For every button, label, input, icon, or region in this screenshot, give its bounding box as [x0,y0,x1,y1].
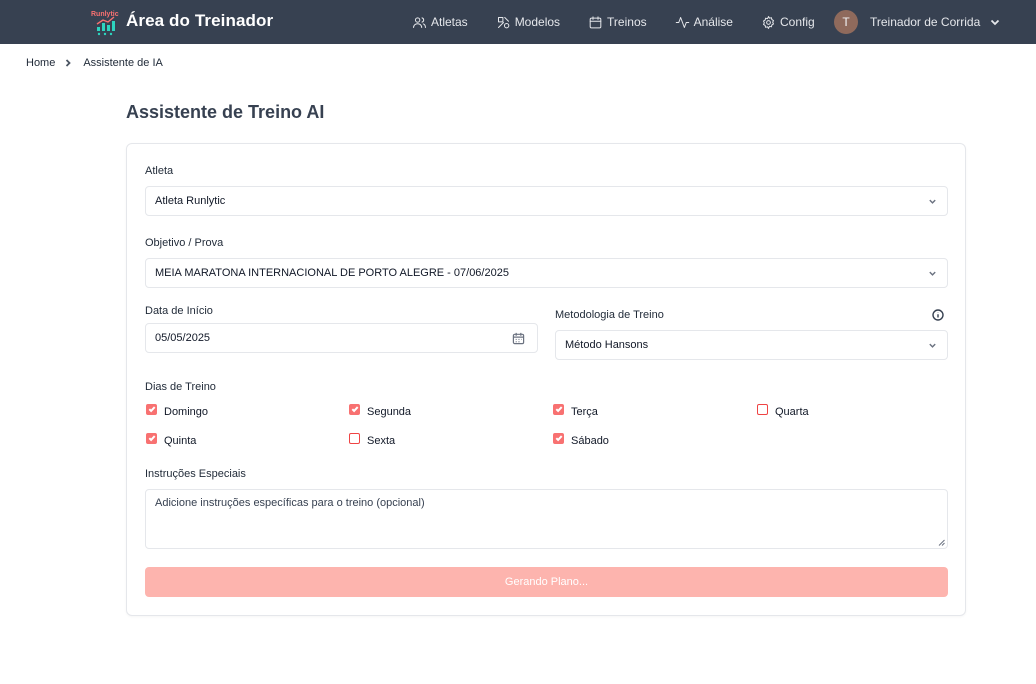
info-icon[interactable] [932,309,944,321]
app-title: Área do Treinador [126,11,274,30]
checkbox-unchecked[interactable] [349,432,360,444]
day-checkbox-quarta[interactable]: Quarta [757,403,809,418]
day-label: Sábado [571,435,609,447]
day-checkbox-terca[interactable]: Terça [553,403,598,418]
instructions-label: Instruções Especiais [145,468,246,480]
day-label: Terça [571,406,598,418]
nav-item-label: Config [779,15,815,29]
chevron-down-icon [991,19,1000,26]
methodology-select-value: Método Hansons [565,339,649,351]
day-label: Quinta [164,435,197,447]
checkbox-checked[interactable] [146,432,157,444]
start-date-input[interactable]: 05/05/2025 [145,323,538,353]
check-icon [555,435,562,442]
avatar: T [834,10,858,34]
training-days-label: Dias de Treino [145,381,216,393]
svg-text:Runlytic: Runlytic [91,11,119,18]
users-icon [413,16,426,28]
check-icon [351,406,358,413]
athlete-label: Atleta [145,165,174,177]
start-date-value: 05/05/2025 [155,332,211,344]
instructions-textarea[interactable]: Adicione instruções específicas para o t… [145,489,948,549]
checkbox-checked[interactable] [349,403,360,415]
methodology-label: Metodologia de Treino [555,309,664,321]
nav-item-label: Atletas [431,15,468,29]
runlytic-logo[interactable]: Runlytic [91,9,119,37]
resize-handle-icon[interactable] [938,539,945,546]
goal-select[interactable]: MEIA MARATONA INTERNACIONAL DE PORTO ALE… [145,258,948,288]
nav-item-analise[interactable]: Análise [675,15,733,30]
nav-item-modelos[interactable]: Modelos [496,15,560,30]
training-form-card: Atleta Atleta Runlytic Objetivo / Prova … [126,143,966,616]
main-nav: Atletas Modelos Treinos Análise Config [412,0,815,44]
breadcrumb-home[interactable]: Home [26,57,55,69]
check-icon [555,406,562,413]
day-checkbox-quinta[interactable]: Quinta [146,432,197,447]
checkbox-checked[interactable] [553,403,564,415]
checkbox-checked[interactable] [553,432,564,444]
nav-item-treinos[interactable]: Treinos [588,15,647,30]
nav-item-label: Treinos [607,15,647,29]
chevron-down-icon [929,199,936,204]
athlete-select[interactable]: Atleta Runlytic [145,186,948,216]
check-icon [148,406,155,413]
start-date-label: Data de Início [145,305,213,317]
chevron-down-icon [929,271,936,276]
nav-item-atletas[interactable]: Atletas [412,15,468,30]
athlete-select-value: Atleta Runlytic [155,195,226,207]
day-label: Sexta [367,435,396,447]
day-checkbox-sabado[interactable]: Sábado [553,432,609,447]
goal-label: Objetivo / Prova [145,237,224,249]
checkbox-unchecked[interactable] [757,403,768,415]
calendar-icon [589,15,602,28]
checkbox-checked[interactable] [146,403,157,415]
user-menu[interactable]: T Treinador de Corrida [834,8,1001,36]
day-label: Domingo [164,406,209,418]
nav-item-label: Modelos [514,15,561,29]
breadcrumb: Home Assistente de IA [26,57,163,69]
gear-icon [762,15,774,29]
day-checkbox-domingo[interactable]: Domingo [146,403,209,418]
day-checkbox-segunda[interactable]: Segunda [349,403,412,418]
goal-select-value: MEIA MARATONA INTERNACIONAL DE PORTO ALE… [155,267,509,279]
chevron-down-icon [929,343,936,348]
day-label: Segunda [367,406,412,418]
page-title: Assistente de Treino AI [126,102,325,122]
methodology-select[interactable]: Método Hansons [555,330,948,360]
calendar-icon[interactable] [512,332,525,345]
nav-item-config[interactable]: Config [761,15,815,30]
day-label: Quarta [775,406,809,418]
shapes-icon [497,16,509,28]
user-name: Treinador de Corrida [870,15,981,29]
generate-plan-button[interactable]: Gerando Plano... [145,567,948,597]
top-navbar: Runlytic Área do Treinador Atletas Model… [0,0,1036,44]
activity-icon [675,16,689,28]
check-icon [148,435,155,442]
day-checkbox-sexta[interactable]: Sexta [349,432,396,447]
breadcrumb-current: Assistente de IA [83,57,163,69]
nav-item-label: Análise [693,15,733,29]
instructions-placeholder: Adicione instruções específicas para o t… [155,497,425,509]
chevron-right-icon [66,59,72,67]
